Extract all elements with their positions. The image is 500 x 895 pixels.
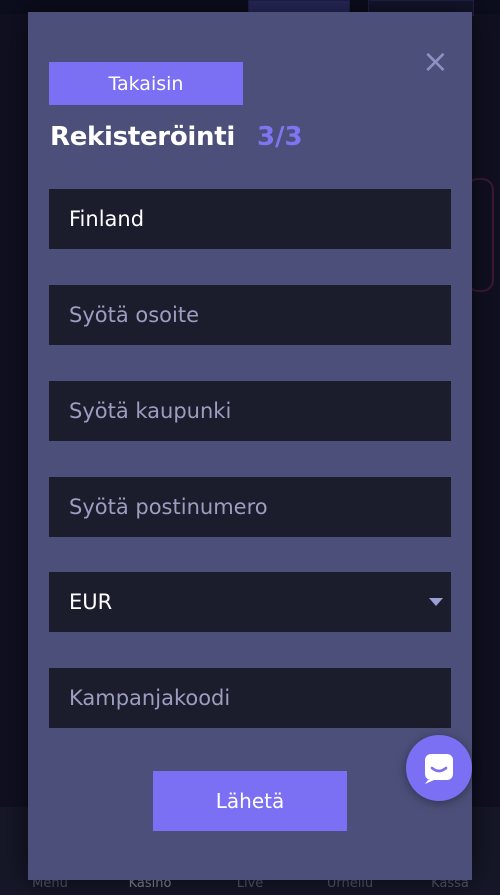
- city-input[interactable]: [49, 381, 451, 441]
- chevron-down-icon: [429, 598, 443, 606]
- country-value: Finland: [69, 207, 145, 231]
- currency-select[interactable]: EUR: [49, 572, 451, 632]
- chat-button[interactable]: [406, 735, 472, 801]
- postal-code-input[interactable]: [49, 477, 451, 537]
- address-input[interactable]: [49, 285, 451, 345]
- modal-heading: Rekisteröinti 3/3: [50, 122, 303, 152]
- country-field[interactable]: Finland: [49, 189, 451, 249]
- promo-code-input[interactable]: [49, 668, 451, 728]
- step-indicator: 3/3: [256, 122, 303, 152]
- submit-button[interactable]: Lähetä: [153, 771, 347, 831]
- close-icon[interactable]: ×: [422, 45, 449, 77]
- registration-modal: × Takaisin Rekisteröinti 3/3 Finland EUR…: [28, 12, 472, 880]
- back-button[interactable]: Takaisin: [49, 62, 243, 105]
- currency-value: EUR: [69, 590, 113, 614]
- chat-icon: [425, 754, 453, 784]
- page-title: Rekisteröinti: [50, 122, 235, 152]
